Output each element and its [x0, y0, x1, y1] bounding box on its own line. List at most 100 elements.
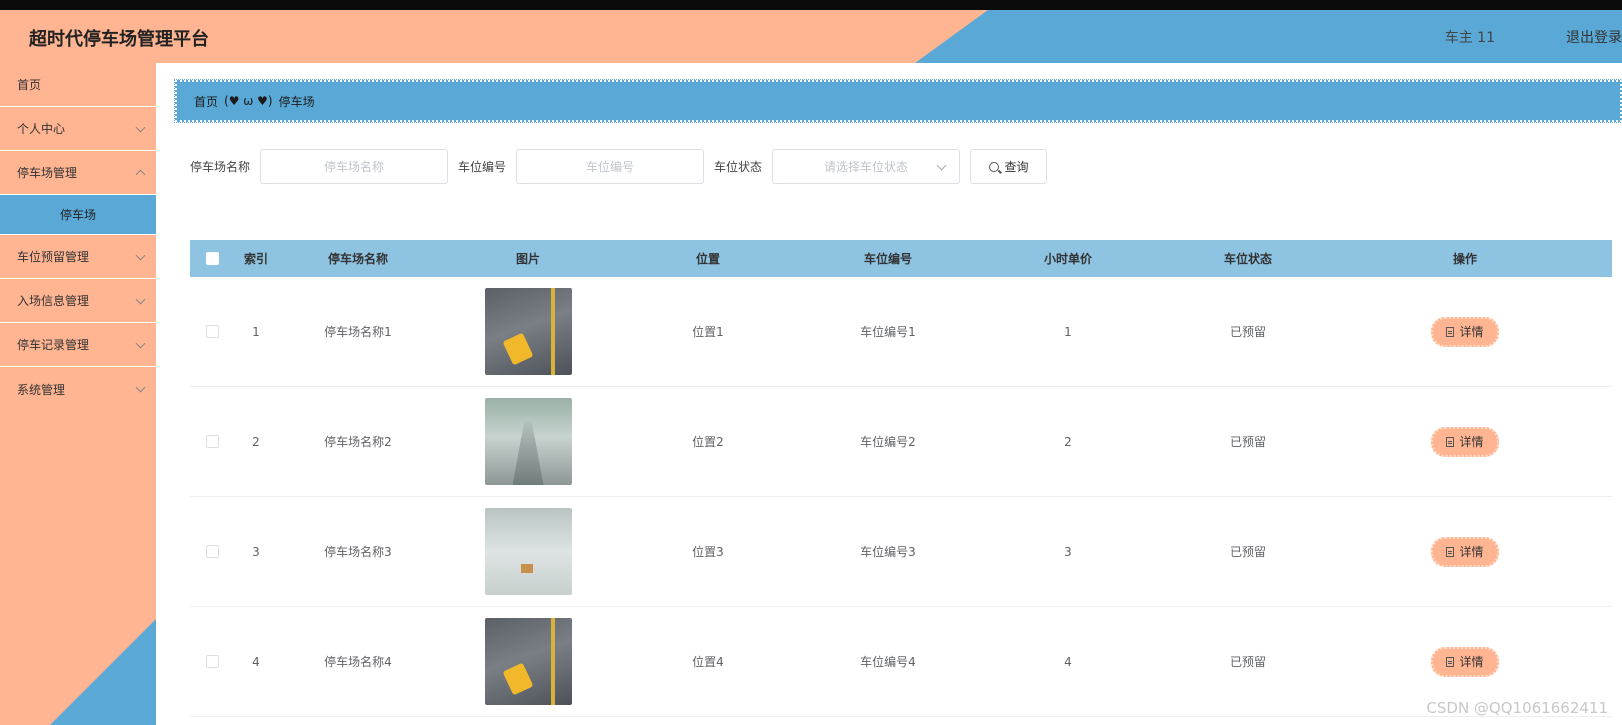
row-position: 位置1 [692, 325, 724, 339]
row-name: 停车场名称3 [324, 545, 392, 559]
breadcrumb: 首页 (♥ ω ♥) 停车场 [174, 79, 1622, 123]
row-price: 1 [1064, 324, 1072, 339]
row-image-cell [438, 288, 618, 375]
sidebar-item-label: 个人中心 [17, 122, 66, 136]
detail-button-label: 详情 [1459, 545, 1484, 559]
breadcrumb-separator: (♥ ω ♥) [224, 94, 273, 108]
header-background [0, 10, 988, 63]
watermark: CSDN @QQ1061662411 [1426, 699, 1608, 717]
spot-no-input[interactable] [516, 149, 705, 184]
row-spot-no: 车位编号1 [860, 325, 916, 339]
row-status: 已预留 [1229, 435, 1266, 449]
parking-name-input[interactable] [260, 149, 449, 184]
row-name: 停车场名称2 [324, 435, 392, 449]
table-row: 1 停车场名称1 位置1 车位编号1 1 已预留 详情 [190, 277, 1612, 387]
detail-button-label: 详情 [1459, 325, 1484, 339]
chevron-up-icon [135, 169, 146, 180]
row-checkbox[interactable] [205, 545, 219, 558]
breadcrumb-home[interactable]: 首页 [194, 93, 218, 110]
row-action-cell: 详情 [1338, 646, 1592, 677]
sidebar-item-entry-management[interactable]: 入场信息管理 [0, 279, 156, 323]
row-position: 位置2 [692, 435, 724, 449]
parking-name-label: 停车场名称 [190, 160, 251, 174]
sidebar-item-label: 入场信息管理 [17, 294, 90, 308]
column-header-price: 小时单价 [1043, 252, 1092, 266]
logout-link[interactable]: 退出登录 [1566, 27, 1622, 47]
sidebar-item-personal-center[interactable]: 个人中心 [0, 107, 156, 151]
detail-button-label: 详情 [1459, 655, 1484, 669]
document-icon [1446, 436, 1455, 447]
row-status: 已预留 [1229, 545, 1266, 559]
row-select-cell [190, 545, 234, 558]
parking-photo[interactable] [484, 398, 572, 485]
row-action-cell: 详情 [1338, 316, 1592, 347]
row-position: 位置3 [692, 545, 724, 559]
detail-button-label: 详情 [1459, 435, 1484, 449]
table-header: 索引 停车场名称 图片 位置 车位编号 小时单价 车位状态 操作 [190, 240, 1612, 277]
row-name: 停车场名称1 [324, 325, 392, 339]
chevron-down-icon [135, 338, 146, 349]
search-button[interactable]: 查询 [970, 149, 1048, 184]
detail-button[interactable]: 详情 [1431, 646, 1499, 677]
search-button-label: 查询 [1004, 160, 1029, 174]
row-image-cell [438, 508, 618, 595]
row-select-cell [190, 435, 234, 448]
select-all-checkbox[interactable] [205, 252, 219, 265]
window-top-bar [0, 0, 1622, 10]
row-checkbox[interactable] [205, 325, 219, 338]
row-index: 3 [252, 544, 260, 559]
sidebar-item-system-management[interactable]: 系统管理 [0, 367, 156, 411]
row-image-cell [438, 398, 618, 485]
detail-button[interactable]: 详情 [1431, 536, 1499, 567]
spot-no-label: 车位编号 [458, 160, 507, 174]
detail-button[interactable]: 详情 [1431, 316, 1499, 347]
sidebar: 首页 个人中心 停车场管理 停车场 车位预留管理 入场信息管理 停车记录管理 系… [0, 63, 156, 725]
row-image-cell [438, 618, 618, 705]
row-status: 已预留 [1229, 655, 1266, 669]
parking-photo[interactable] [484, 508, 572, 595]
table-row: 2 停车场名称2 位置2 车位编号2 2 已预留 详情 [190, 387, 1612, 497]
sidebar-item-label: 停车记录管理 [17, 338, 90, 352]
spot-status-select[interactable]: 请选择车位状态 [772, 149, 961, 184]
row-select-cell [190, 655, 234, 668]
sidebar-subitem-parking-lot[interactable]: 停车场 [0, 195, 156, 235]
select-all-cell [190, 252, 234, 265]
search-icon [988, 161, 999, 172]
row-status: 已预留 [1229, 325, 1266, 339]
current-user: 车主 11 [1444, 30, 1495, 46]
row-checkbox[interactable] [205, 655, 219, 668]
column-header-name: 停车场名称 [327, 252, 388, 266]
row-action-cell: 详情 [1338, 536, 1592, 567]
document-icon [1446, 326, 1455, 337]
sidebar-item-label: 停车场 [59, 208, 96, 222]
row-checkbox[interactable] [205, 435, 219, 448]
chevron-down-icon [936, 160, 947, 171]
row-name: 停车场名称4 [324, 655, 392, 669]
sidebar-item-home[interactable]: 首页 [0, 63, 156, 107]
row-index: 2 [252, 434, 260, 449]
row-spot-no: 车位编号3 [860, 545, 916, 559]
chevron-down-icon [135, 294, 146, 305]
search-form: 停车场名称 车位编号 车位状态 请选择车位状态 查询 [190, 149, 1048, 184]
breadcrumb-current: 停车场 [278, 94, 315, 109]
sidebar-item-reservation-management[interactable]: 车位预留管理 [0, 235, 156, 279]
document-icon [1446, 656, 1455, 667]
table-row: 3 停车场名称3 位置3 车位编号3 3 已预留 详情 [190, 497, 1612, 607]
sidebar-decoration [50, 619, 156, 725]
detail-button[interactable]: 详情 [1431, 426, 1499, 457]
row-index: 1 [252, 324, 260, 339]
row-position: 位置4 [692, 655, 724, 669]
row-price: 4 [1064, 654, 1072, 669]
parking-photo[interactable] [484, 618, 572, 705]
document-icon [1446, 546, 1455, 557]
sidebar-item-parking-lot-management[interactable]: 停车场管理 [0, 151, 156, 195]
sidebar-item-parking-record-management[interactable]: 停车记录管理 [0, 323, 156, 367]
sidebar-item-label: 停车场管理 [17, 166, 78, 180]
chevron-down-icon [135, 122, 146, 133]
column-header-spot-no: 车位编号 [863, 252, 912, 266]
parking-photo[interactable] [484, 288, 572, 375]
row-spot-no: 车位编号2 [860, 435, 916, 449]
column-header-index: 索引 [243, 252, 268, 266]
spot-status-placeholder: 请选择车位状态 [824, 160, 909, 174]
column-header-action: 操作 [1452, 252, 1477, 266]
